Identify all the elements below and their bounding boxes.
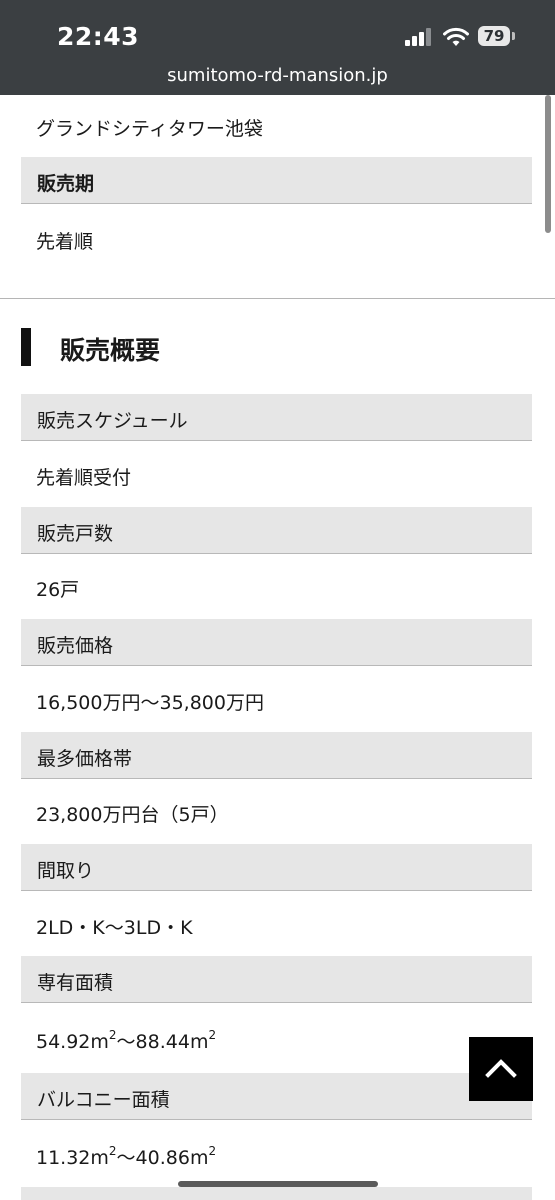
row-header-price: 販売価格 (21, 619, 532, 666)
wifi-icon (443, 27, 469, 46)
row-label: 間取り (37, 860, 95, 882)
property-name: グランドシティタワー池袋 (36, 118, 263, 140)
row-value-price-band: 23,800万円台（5戸） (36, 804, 229, 826)
row-value-schedule: 先着順受付 (36, 467, 132, 489)
browser-top-bar: 22:43 79 sumitomo-rd-mansion.jp (0, 0, 555, 95)
scroll-to-top-button[interactable] (469, 1037, 533, 1101)
scrollbar[interactable] (545, 95, 551, 233)
row-header-layout: 間取り (21, 844, 532, 891)
row-value-layout: 2LD・K〜3LD・K (36, 917, 193, 939)
row-header-price-band: 最多価格帯 (21, 732, 532, 779)
section-divider (0, 298, 555, 299)
row-label: 販売スケジュール (37, 410, 188, 432)
row-label: 専有面積 (37, 972, 114, 994)
row-label: 販売価格 (37, 635, 114, 657)
sales-period-value: 先着順 (36, 231, 94, 253)
area-max: 〜88.44m (116, 1031, 209, 1053)
balcony-unit-sup: 2 (208, 1144, 217, 1158)
row-header-balcony: バルコニー面積 (21, 1073, 532, 1120)
area-unit-sup: 2 (208, 1028, 217, 1042)
section-title: 販売概要 (60, 336, 161, 365)
row-header-units: 販売戸数 (21, 507, 532, 554)
area-unit-sup: 2 (108, 1028, 117, 1042)
row-label: バルコニー面積 (37, 1089, 170, 1111)
area-min: 54.92m (36, 1031, 109, 1053)
row-value-price: 16,500万円〜35,800万円 (36, 692, 264, 714)
balcony-min: 11.32m (36, 1147, 109, 1169)
balcony-max: 〜40.86m (116, 1147, 209, 1169)
page-content: グランドシティタワー池袋 販売期 先着順 販売概要 販売スケジュール 先着順受付… (0, 95, 555, 1200)
status-time: 22:43 (57, 22, 140, 51)
section-marker (21, 328, 31, 366)
row-header-area: 専有面積 (21, 956, 532, 1003)
row-header-next (21, 1187, 532, 1200)
row-label: 最多価格帯 (37, 748, 133, 770)
battery-icon: 79 (478, 26, 510, 46)
cellular-signal-icon (405, 28, 435, 46)
sales-period-label: 販売期 (37, 173, 95, 195)
battery-tip (512, 32, 515, 40)
balcony-unit-sup: 2 (108, 1144, 117, 1158)
chevron-up-icon (485, 1059, 517, 1078)
row-value-units: 26戸 (36, 579, 80, 601)
row-label: 販売戸数 (37, 523, 114, 545)
row-value-area: 54.92m2〜88.44m2 (36, 1027, 216, 1054)
row-header-schedule: 販売スケジュール (21, 394, 532, 441)
address-bar-url[interactable]: sumitomo-rd-mansion.jp (0, 65, 555, 86)
row-value-balcony: 11.32m2〜40.86m2 (36, 1143, 216, 1170)
sales-period-header: 販売期 (21, 157, 532, 204)
home-indicator[interactable] (178, 1181, 378, 1187)
